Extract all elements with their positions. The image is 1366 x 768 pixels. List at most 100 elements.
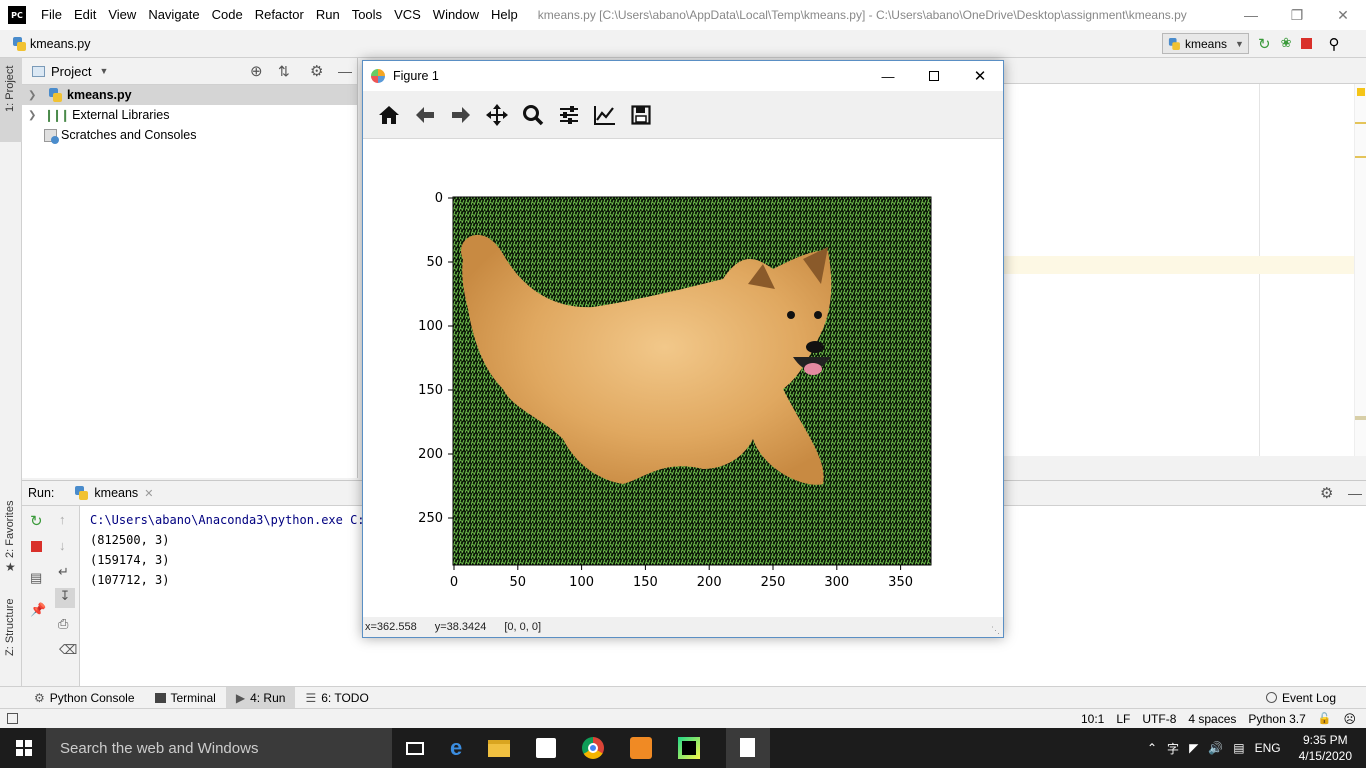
home-icon[interactable] <box>375 101 403 129</box>
hide-icon[interactable]: — <box>338 63 352 79</box>
save-icon[interactable] <box>627 101 655 129</box>
locate-icon[interactable]: ⊕ <box>250 62 263 80</box>
menu-view[interactable]: View <box>102 0 142 30</box>
scrollbar[interactable] <box>1354 84 1366 456</box>
line-separator[interactable]: LF <box>1116 712 1130 726</box>
chevron-up-icon[interactable]: ⌃ <box>1147 741 1157 755</box>
volume-icon[interactable]: 🔊 <box>1208 741 1223 755</box>
tree-item-scratches[interactable]: Scratches and Consoles <box>22 125 357 145</box>
menu-code[interactable]: Code <box>206 0 249 30</box>
task-view-icon[interactable] <box>406 741 424 755</box>
chrome-icon[interactable] <box>582 737 605 759</box>
panel-toggle-icon[interactable] <box>7 713 18 724</box>
layout-icon[interactable]: ▤ <box>30 570 42 586</box>
windows-start-icon[interactable] <box>16 740 32 756</box>
store-icon[interactable] <box>536 738 557 758</box>
language-indicator[interactable]: ENG <box>1255 741 1281 755</box>
tree-item-kmeans[interactable]: ❯ kmeans.py <box>22 85 357 105</box>
tab-run[interactable]: ▶ 4: Run <box>225 686 296 709</box>
x-tick-label: 100 <box>569 575 594 590</box>
tab-favorites-label[interactable]: 2: Favorites <box>4 501 16 558</box>
figure-canvas[interactable]: 0 50 100 150 200 250 300 350 0 50 100 15… <box>363 139 1003 617</box>
chevron-down-icon[interactable]: ▼ <box>99 66 108 76</box>
ime-icon[interactable]: 字 <box>1167 740 1179 757</box>
tab-terminal[interactable]: Terminal <box>145 687 226 709</box>
chevron-right-icon[interactable]: ❯ <box>28 90 42 101</box>
menu-navigate[interactable]: Navigate <box>142 0 205 30</box>
down-arrow-icon[interactable]: ↓ <box>59 538 66 553</box>
menu-file[interactable]: File <box>35 0 68 30</box>
minimize-icon[interactable]: — <box>865 61 911 91</box>
zoom-icon[interactable] <box>519 101 547 129</box>
wifi-icon[interactable]: ◤ <box>1189 741 1198 755</box>
edge-icon[interactable]: e <box>450 735 462 761</box>
close-tab-icon[interactable]: ✕ <box>144 487 153 500</box>
pan-icon[interactable] <box>483 101 511 129</box>
tab-structure-label[interactable]: Z: Structure <box>4 599 16 656</box>
breadcrumb-file[interactable]: kmeans.py <box>30 37 90 51</box>
menu-window[interactable]: Window <box>427 0 485 30</box>
pycharm-taskbar-icon[interactable] <box>678 737 701 759</box>
edit-axis-icon[interactable] <box>591 101 619 129</box>
rerun-icon[interactable]: ↻ <box>30 512 43 530</box>
inspector-icon[interactable]: ☹ <box>1343 712 1356 726</box>
project-panel: Project ▼ ⊕ ⇅ ⚙ — ❯ kmeans.py ❯ ❙❙❙ Exte… <box>22 58 358 478</box>
tab-todo[interactable]: ☰ 6: TODO <box>295 687 378 709</box>
hide-icon[interactable]: — <box>1348 485 1362 501</box>
scroll-to-end-icon[interactable]: ↧ <box>55 588 75 608</box>
event-log-button[interactable]: Event Log <box>1256 687 1346 709</box>
close-icon[interactable]: ✕ <box>957 61 1003 91</box>
menu-run[interactable]: Run <box>310 0 346 30</box>
chevron-right-icon[interactable]: ❯ <box>28 110 42 121</box>
up-arrow-icon[interactable]: ↑ <box>59 512 66 527</box>
soft-wrap-icon[interactable]: ↵ <box>58 564 69 580</box>
configure-subplots-icon[interactable] <box>555 101 583 129</box>
clock[interactable]: 9:35 PM 4/15/2020 <box>1299 732 1352 764</box>
gear-icon[interactable]: ⚙ <box>1320 484 1333 502</box>
console-output[interactable]: C:\Users\abano\Anaconda3\python.exe C:/ … <box>90 510 372 590</box>
tab-project-label[interactable]: 1: Project <box>4 66 16 112</box>
forward-icon[interactable] <box>447 101 475 129</box>
menu-edit[interactable]: Edit <box>68 0 102 30</box>
code-editor[interactable] <box>1004 84 1366 456</box>
stop-icon[interactable] <box>31 541 42 552</box>
indent-setting[interactable]: 4 spaces <box>1188 712 1236 726</box>
file-encoding[interactable]: UTF-8 <box>1142 712 1176 726</box>
notification-icon[interactable]: ▤ <box>1233 741 1244 755</box>
close-icon[interactable]: ✕ <box>1320 0 1366 30</box>
print-icon[interactable]: ⎙ <box>58 616 68 632</box>
menu-refactor[interactable]: Refactor <box>249 0 310 30</box>
collapse-icon[interactable]: ⇅ <box>278 63 290 80</box>
menu-tools[interactable]: Tools <box>346 0 388 30</box>
figure-taskbar-icon[interactable] <box>726 728 771 768</box>
restore-icon[interactable]: ❐ <box>1274 0 1320 30</box>
caret-position[interactable]: 10:1 <box>1081 712 1104 726</box>
stop-icon[interactable] <box>1301 38 1313 49</box>
y-tick: 200 <box>418 447 453 462</box>
maximize-icon[interactable] <box>911 61 957 91</box>
file-explorer-icon[interactable] <box>488 739 511 757</box>
back-icon[interactable] <box>411 101 439 129</box>
search-icon[interactable]: ⚲ <box>1328 35 1339 53</box>
figure-title: Figure 1 <box>393 69 439 83</box>
rerun-icon[interactable]: ↻ <box>1258 35 1271 53</box>
tree-item-external-libraries[interactable]: ❯ ❙❙❙ External Libraries <box>22 105 357 125</box>
menu-help[interactable]: Help <box>485 0 524 30</box>
taskbar-search-box[interactable]: Search the web and Windows <box>46 728 392 768</box>
tab-python-console[interactable]: ⚙ Python Console <box>24 687 145 709</box>
error-stripe-marker <box>1355 416 1366 420</box>
menu-vcs[interactable]: VCS <box>388 0 427 30</box>
pdf-app-icon[interactable] <box>630 737 653 759</box>
project-tree: ❯ kmeans.py ❯ ❙❙❙ External Libraries Scr… <box>22 85 357 145</box>
minimize-icon[interactable]: — <box>1228 0 1274 30</box>
lock-icon[interactable]: 🔓 <box>1318 712 1332 725</box>
run-config-select[interactable]: kmeans ▼ <box>1162 33 1249 54</box>
trash-icon[interactable]: ⌫ <box>59 642 77 658</box>
run-tab-kmeans[interactable]: kmeans <box>94 486 138 500</box>
pin-icon[interactable]: 📌 <box>30 602 46 618</box>
project-title[interactable]: Project <box>51 64 91 79</box>
debug-icon[interactable]: ❀ <box>1281 35 1292 53</box>
gear-icon[interactable]: ⚙ <box>310 62 323 80</box>
python-interpreter[interactable]: Python 3.7 <box>1248 712 1305 726</box>
resize-grip-icon[interactable]: ⋱ <box>991 625 1000 636</box>
